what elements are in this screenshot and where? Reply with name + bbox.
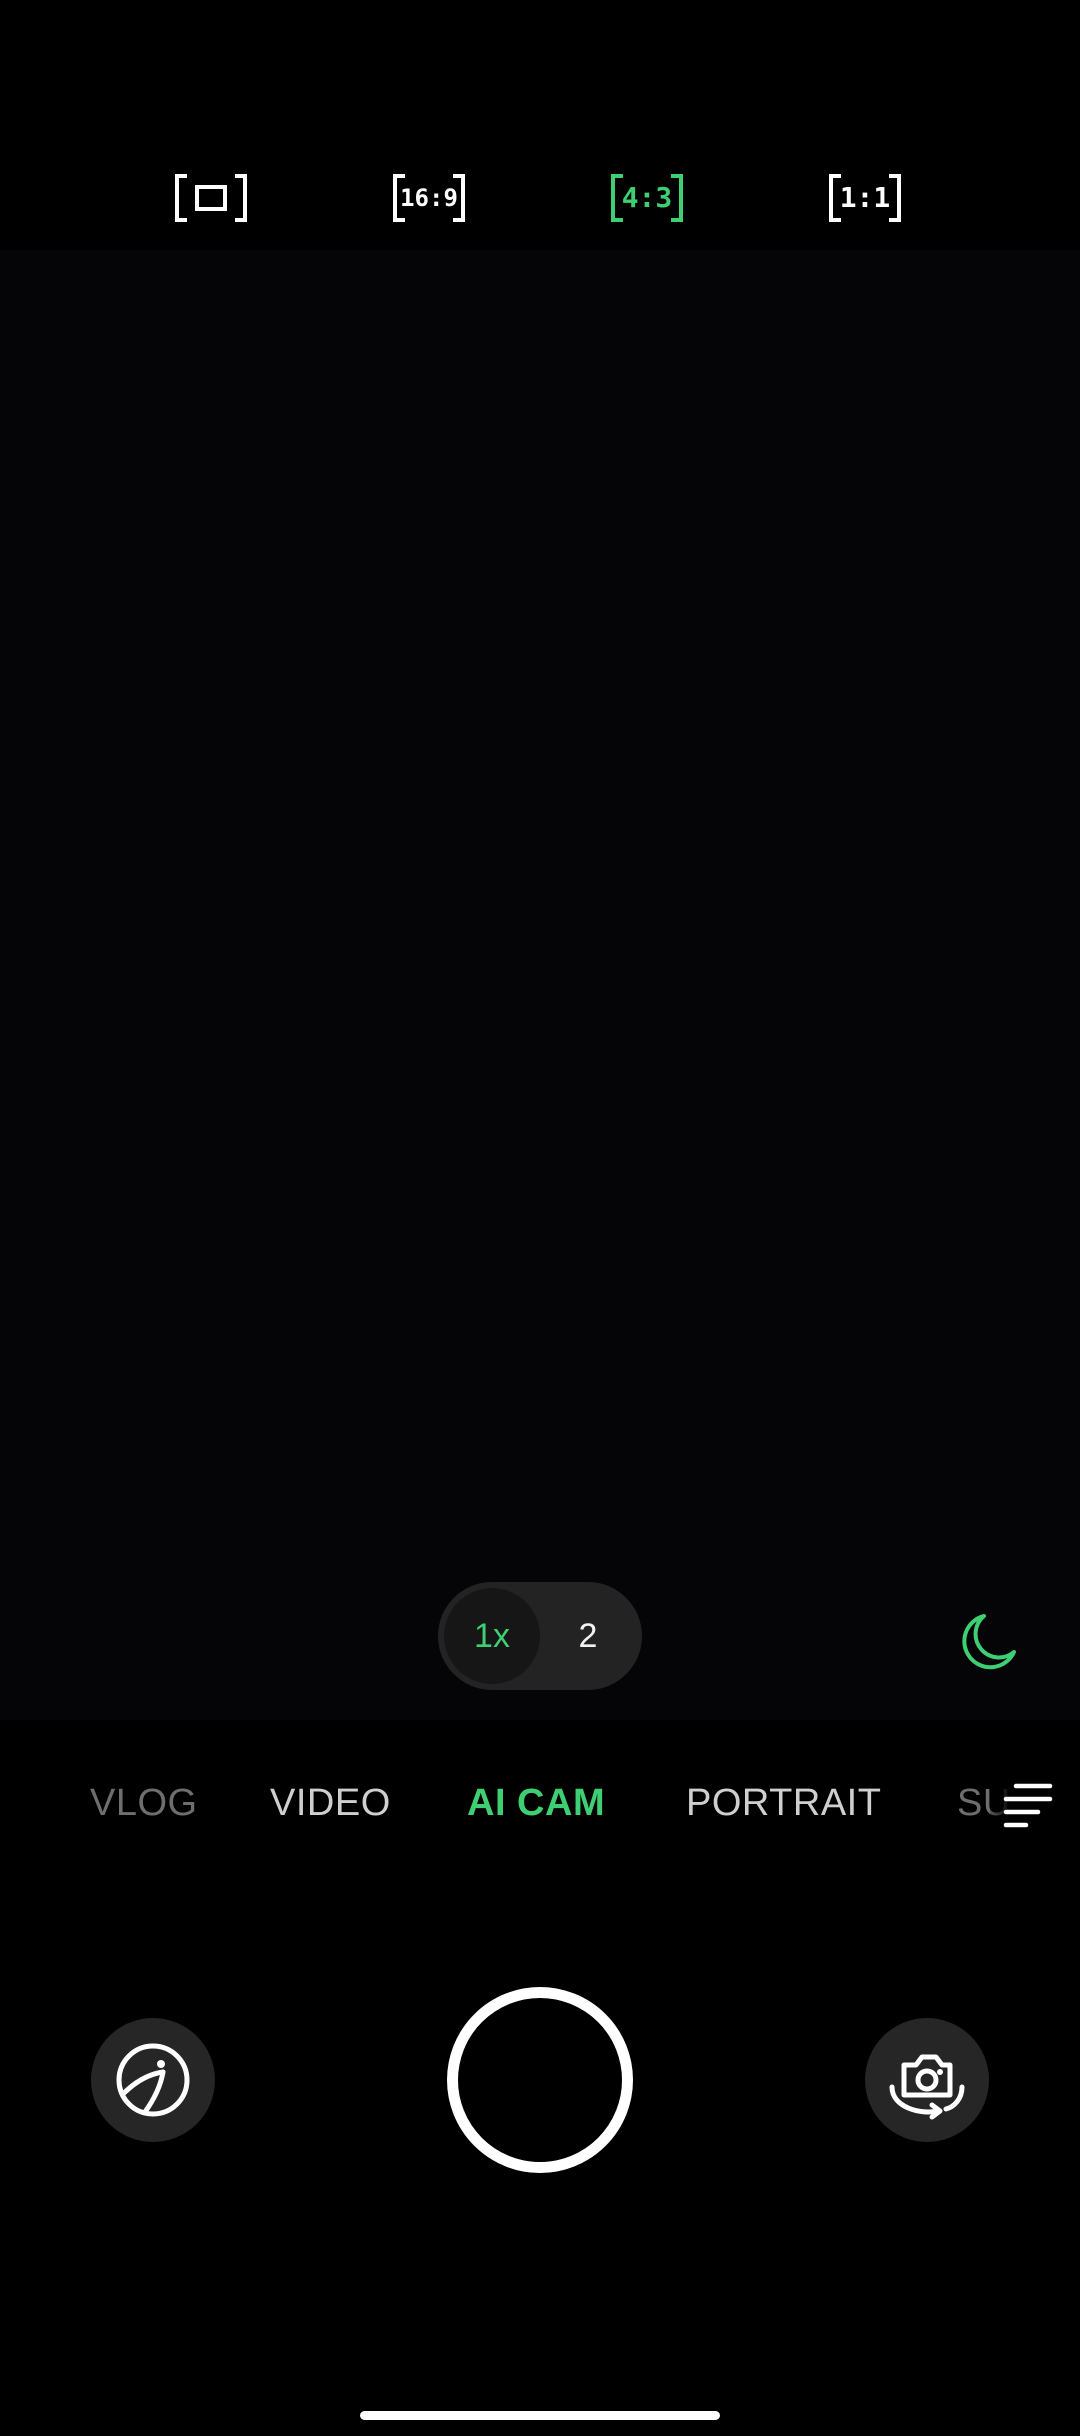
full-frame-icon	[175, 174, 247, 222]
mode-ai-cam[interactable]: AI CAM	[467, 1782, 605, 1825]
aspect-full-frame-button[interactable]	[173, 160, 249, 236]
shutter-button[interactable]	[447, 1987, 633, 2173]
filter-button[interactable]	[91, 2018, 215, 2142]
aspect-4-3-icon: 4:3	[611, 174, 683, 222]
aspect-1-1-label: 1:1	[840, 181, 891, 214]
moon-icon	[962, 1614, 1016, 1670]
aspect-ratio-bar: 16:9 4:3 1:1	[0, 160, 1080, 236]
aspect-1-1-icon: 1:1	[829, 174, 901, 222]
aspect-4-3-label: 4:3	[622, 181, 673, 214]
aspect-4-3-button[interactable]: 4:3	[609, 160, 685, 236]
mode-video[interactable]: VIDEO	[270, 1782, 391, 1825]
mode-menu-button[interactable]	[990, 1768, 1060, 1838]
aspect-16-9-label: 16:9	[400, 184, 458, 212]
zoom-1x-button[interactable]: 1x	[444, 1588, 540, 1684]
aspect-1-1-button[interactable]: 1:1	[827, 160, 903, 236]
filter-lens-icon	[116, 2043, 190, 2117]
menu-lines-icon	[1003, 1783, 1053, 1828]
home-indicator[interactable]	[360, 2411, 720, 2420]
mode-vlog[interactable]: VLOG	[90, 1782, 198, 1825]
aspect-16-9-button[interactable]: 16:9	[391, 160, 467, 236]
zoom-2x-button[interactable]: 2	[540, 1588, 636, 1684]
mode-portrait[interactable]: PORTRAIT	[686, 1782, 881, 1825]
camera-mode-bar: VLOG VIDEO AI CAM PORTRAIT SU	[0, 1770, 1080, 1840]
camera-viewfinder[interactable]	[0, 250, 1080, 1720]
night-mode-button[interactable]	[954, 1608, 1022, 1676]
zoom-selector: 1x 2	[438, 1582, 642, 1690]
switch-camera-icon	[889, 2054, 965, 2120]
switch-camera-button[interactable]	[865, 2018, 989, 2142]
aspect-16-9-icon: 16:9	[393, 174, 465, 222]
